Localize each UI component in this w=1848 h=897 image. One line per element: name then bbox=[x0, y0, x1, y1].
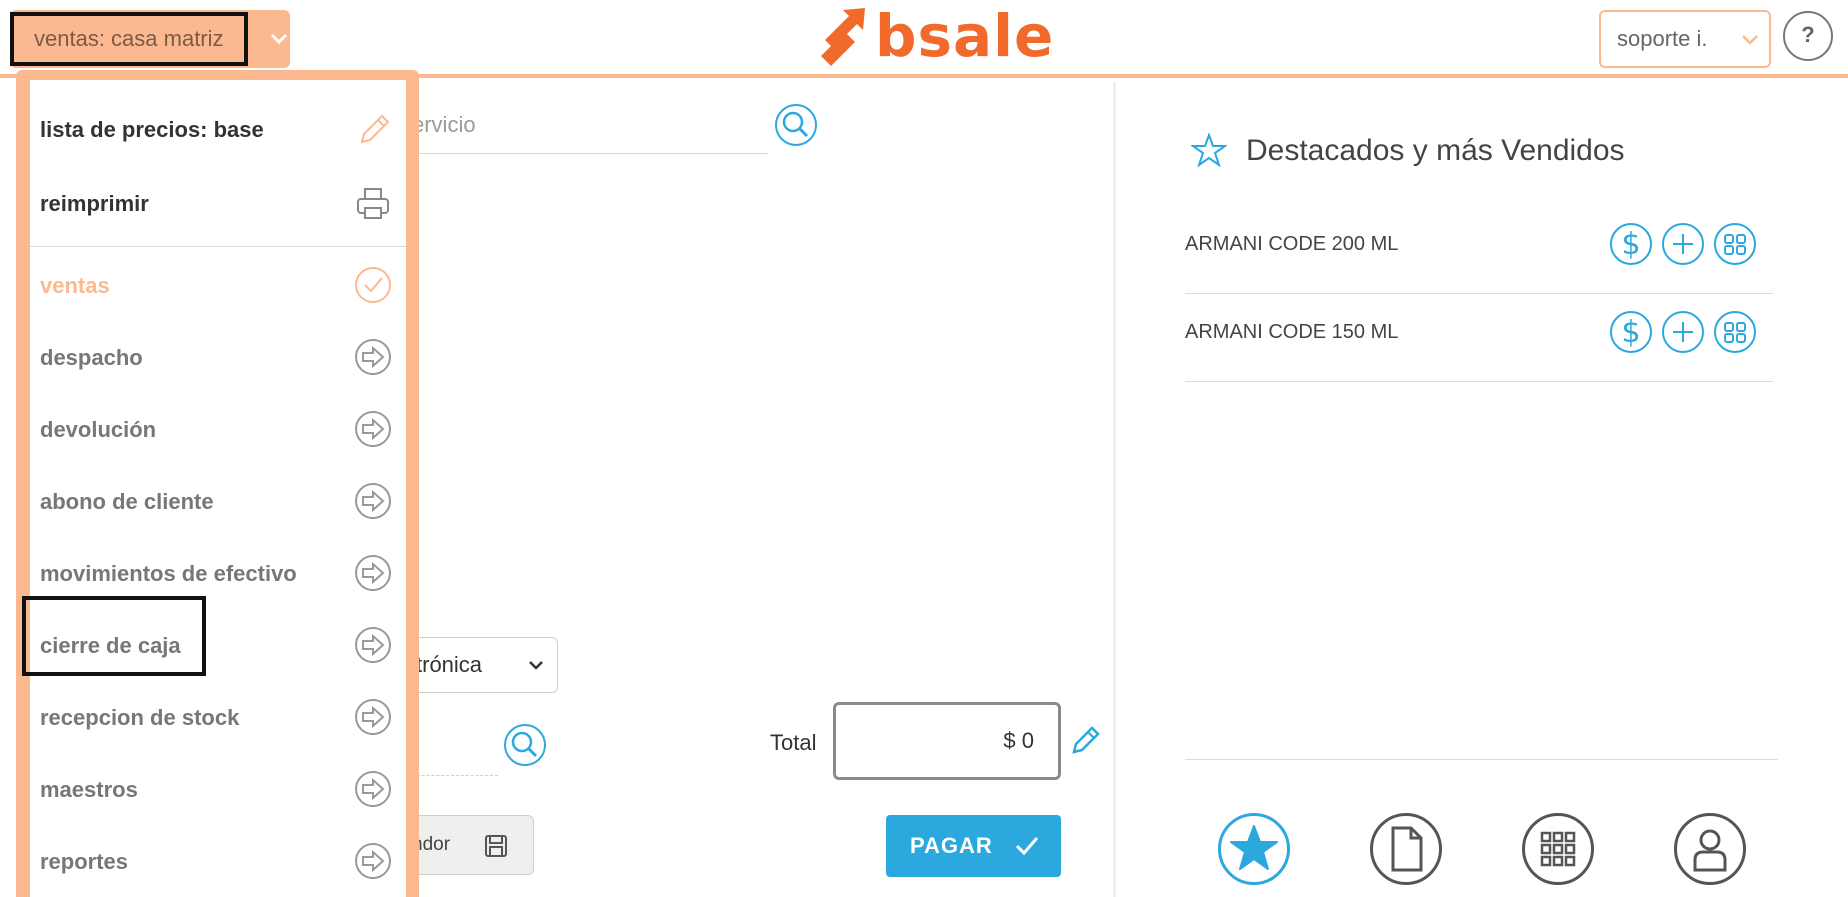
bsale-logo: bsale bbox=[815, 2, 1053, 70]
save-button[interactable]: ndor bbox=[404, 815, 534, 875]
pencil-icon[interactable] bbox=[1068, 724, 1102, 758]
logo-text: bsale bbox=[875, 2, 1055, 70]
price-button[interactable]: $ bbox=[1610, 223, 1652, 265]
menu-item-label: movimientos de efectivo bbox=[40, 561, 297, 586]
add-button[interactable] bbox=[1662, 311, 1704, 353]
panel-divider bbox=[1113, 82, 1116, 897]
dollar-icon: $ bbox=[1621, 227, 1640, 262]
plus-icon bbox=[1673, 234, 1693, 254]
featured-tab[interactable] bbox=[1218, 813, 1290, 885]
pay-button[interactable]: PAGAR bbox=[886, 815, 1061, 877]
branch-select[interactable]: ventas: casa matriz bbox=[10, 10, 290, 68]
search-underline bbox=[412, 153, 768, 154]
menu-item-ventas[interactable]: ventas bbox=[30, 249, 406, 321]
pencil-icon[interactable] bbox=[354, 110, 392, 148]
menu-item-label: reportes bbox=[40, 849, 129, 874]
arrow-right-circle-icon bbox=[355, 627, 391, 663]
grid-icon bbox=[1540, 831, 1576, 867]
chevron-down-icon[interactable] bbox=[268, 27, 290, 51]
blocks-icon bbox=[1724, 234, 1746, 255]
arrow-right-circle-icon bbox=[355, 339, 391, 375]
bsale-logo-mark-icon bbox=[821, 8, 865, 66]
svg-text:$: $ bbox=[1621, 315, 1640, 350]
branch-select-label[interactable]: ventas: casa matriz bbox=[10, 12, 248, 66]
arrow-right-circle-icon bbox=[355, 483, 391, 519]
menu-item-reprint[interactable]: reimprimir bbox=[30, 167, 406, 239]
menu-item-label: abono de cliente bbox=[40, 489, 214, 514]
arrow-right-circle-icon bbox=[355, 699, 391, 735]
highlight-box bbox=[22, 596, 206, 676]
chevron-down-icon bbox=[1742, 35, 1758, 45]
blocks-icon bbox=[1724, 322, 1746, 343]
svg-text:$: $ bbox=[1621, 227, 1640, 262]
catalog-tab[interactable] bbox=[1522, 813, 1594, 885]
menu-item-price-list[interactable]: lista de precios: base bbox=[30, 93, 406, 165]
menu-item-label: lista de precios: base bbox=[40, 117, 264, 142]
arrow-right-circle-icon bbox=[355, 411, 391, 447]
documents-tab[interactable] bbox=[1370, 813, 1442, 885]
menu-item-label: despacho bbox=[40, 345, 143, 370]
menu-item-reportes[interactable]: reportes bbox=[30, 825, 406, 897]
menu-item-label: maestros bbox=[40, 777, 138, 802]
bottom-nav-divider bbox=[1185, 759, 1778, 760]
clients-tab[interactable] bbox=[1674, 813, 1746, 885]
floppy-disk-icon bbox=[485, 835, 507, 857]
product-name: ARMANI CODE 200 ML bbox=[1185, 233, 1399, 255]
menu-item-label: ventas bbox=[40, 273, 110, 298]
menu-item-recepcion-stock[interactable]: recepcion de stock bbox=[30, 681, 406, 753]
printer-icon bbox=[357, 188, 389, 219]
top-bar: ventas: casa matriz bsale soporte i. ? bbox=[0, 0, 1848, 78]
check-icon bbox=[1015, 837, 1039, 856]
menu-item-label: recepcion de stock bbox=[40, 705, 240, 730]
menu-item-maestros[interactable]: maestros bbox=[30, 753, 406, 825]
chevron-down-icon bbox=[529, 661, 543, 670]
arrow-right-circle-icon bbox=[355, 555, 391, 591]
variants-button[interactable] bbox=[1714, 223, 1756, 265]
product-row[interactable]: ARMANI CODE 150 ML $ bbox=[1185, 294, 1773, 382]
product-row[interactable]: ARMANI CODE 200 ML $ bbox=[1185, 206, 1773, 294]
user-icon bbox=[1693, 829, 1727, 872]
search-icon bbox=[782, 111, 809, 138]
product-name: ARMANI CODE 150 ML bbox=[1185, 321, 1399, 343]
menu-item-label: devolución bbox=[40, 417, 157, 442]
arrow-right-circle-icon bbox=[355, 771, 391, 807]
add-button[interactable] bbox=[1662, 223, 1704, 265]
document-type-select[interactable]: trónica bbox=[404, 637, 558, 693]
arrow-right-circle-icon bbox=[355, 843, 391, 879]
featured-title: Destacados y más Vendidos bbox=[1246, 134, 1625, 167]
search-button[interactable] bbox=[775, 104, 817, 146]
menu-item-despacho[interactable]: despacho bbox=[30, 321, 406, 393]
plus-icon bbox=[1673, 322, 1693, 342]
price-button[interactable]: $ bbox=[1610, 311, 1652, 353]
variants-button[interactable] bbox=[1714, 311, 1756, 353]
menu-divider bbox=[30, 246, 406, 247]
product-search-input[interactable]: ervicio bbox=[412, 112, 476, 138]
menu-item-devolucion[interactable]: devolución bbox=[30, 393, 406, 465]
document-icon bbox=[1391, 826, 1423, 872]
main-menu-dropdown: lista de precios: base reimprimir ventas bbox=[16, 70, 419, 897]
total-label: Total bbox=[770, 730, 817, 755]
document-type-label: trónica bbox=[416, 652, 483, 677]
search-icon bbox=[511, 731, 538, 758]
menu-list: lista de precios: base reimprimir ventas bbox=[30, 80, 406, 897]
menu-item-label: reimprimir bbox=[40, 191, 149, 216]
client-search-button[interactable] bbox=[504, 724, 546, 766]
pay-button-label: PAGAR bbox=[910, 833, 993, 858]
user-select-label: soporte i. bbox=[1617, 26, 1708, 51]
help-button[interactable]: ? bbox=[1783, 11, 1833, 61]
check-circle-icon bbox=[355, 267, 391, 303]
client-underline bbox=[412, 775, 498, 776]
user-select[interactable]: soporte i. bbox=[1599, 10, 1771, 68]
total-value: $ 0 bbox=[833, 702, 1061, 780]
dollar-icon: $ bbox=[1621, 315, 1640, 350]
star-icon bbox=[1191, 133, 1227, 167]
menu-item-abono-cliente[interactable]: abono de cliente bbox=[30, 465, 406, 537]
star-icon bbox=[1230, 825, 1278, 870]
